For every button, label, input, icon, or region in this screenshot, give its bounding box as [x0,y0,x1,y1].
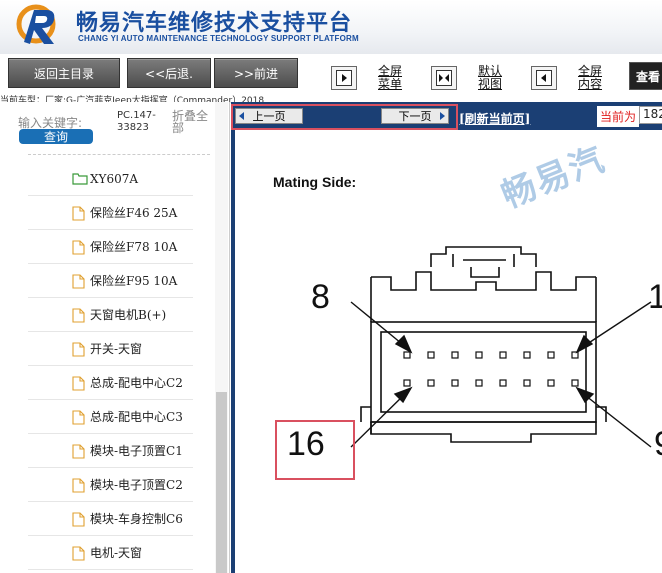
page-nav-bar: 上一页 下一页 [刷新当前页] 当前为 182 [231,102,662,130]
refresh-page-link[interactable]: [刷新当前页] [459,110,530,127]
tree-item-label: 电机-天窗 [90,546,143,560]
app-header: 畅易汽车维修技术支持平台 CHANG YI AUTO MAINTENANCE T… [0,0,662,54]
pin-label-8: 8 [311,278,330,316]
document-icon [72,240,85,255]
tree-item[interactable]: 模块-电子顶置C2 [28,468,193,502]
document-icon [72,342,85,357]
default-view-icon[interactable] [431,66,457,90]
view-button[interactable]: 查看 [629,62,662,90]
back-button[interactable]: <<后退. [127,58,211,88]
toolbar: 返回主目录 <<后退. >>前进 全屏 菜单 默认 视图 全屏 内容 查看 [0,54,662,94]
fullscreen-content-line2: 内容 [578,77,603,91]
mating-side-title: Mating Side: [273,174,357,190]
tree-item[interactable]: 总成-配电中心C2 [28,366,193,400]
pin-label-9: 9 [654,425,662,464]
document-icon [72,444,85,459]
tree-item[interactable]: 模块-电子顶置C1 [28,434,193,468]
tree-item[interactable]: 开关-天窗 [28,332,193,366]
collapse-line2: 部 [172,121,185,135]
fullscreen-menu-icon[interactable] [331,66,357,90]
tree-item-label: 天窗电机B(+) [90,308,167,322]
tree-item[interactable]: 保险丝F46 25A [28,196,193,230]
tree-item-label: 模块-车身控制C6 [90,512,183,526]
keyword-input[interactable]: PC.147- 33823 [117,110,156,134]
tree-item[interactable]: 保险丝F78 10A [28,230,193,264]
tree-item-label: 模块-电子顶置C2 [90,478,183,492]
tree-item[interactable]: 模块-车身控制C6 [28,502,193,536]
tree-item[interactable]: 保险丝F95 10A [28,264,193,298]
app-subtitle: CHANG YI AUTO MAINTENANCE TECHNOLOGY SUP… [78,34,359,43]
document-viewer: 上一页 下一页 [刷新当前页] 当前为 182 Mating Side: [231,102,662,573]
document-icon [72,308,85,323]
current-page-label: 当前为 [597,106,640,127]
tree-item-label: 保险丝F46 25A [90,206,178,220]
document-icon [72,206,85,221]
folder-icon [72,173,88,185]
tree-item-label: 保险丝F78 10A [90,240,178,254]
fullscreen-content-icon[interactable] [531,66,557,90]
fullscreen-menu-link[interactable]: 全屏 菜单 [378,65,402,91]
query-button[interactable]: 查询 [19,129,93,144]
back-to-main-button[interactable]: 返回主目录 [8,58,120,88]
nav-highlight-box [231,104,458,130]
forward-button[interactable]: >>前进 [214,58,298,88]
sidebar-scroll-thumb[interactable] [216,392,227,573]
fullscreen-content-link[interactable]: 全屏 内容 [578,65,602,91]
keyword-value-line2: 33823 [117,122,149,133]
tree-item-label: XY607A [90,171,139,186]
tree-item-label: 模块-电子顶置C1 [90,444,183,458]
sidebar: 输入关键字: PC.147- 33823 折叠全 部 查询 XY607A 保险丝… [0,102,230,573]
tree-item-label: 总成-配电中心C3 [90,410,183,424]
component-tree: XY607A 保险丝F46 25A 保险丝F78 10A 保险丝F95 10A … [28,162,193,570]
tree-item[interactable]: 天窗电机B(+) [28,298,193,332]
document-icon [72,478,85,493]
tree-item-folder[interactable]: XY607A [28,162,193,196]
document-icon [72,376,85,391]
pin-label-16: 16 [287,425,325,463]
keyword-value-line1: PC.147- [117,110,156,121]
tree-item[interactable]: 总成-配电中心C3 [28,400,193,434]
document-icon [72,546,85,561]
tree-item-label: 保险丝F95 10A [90,274,178,288]
app-title: 畅易汽车维修技术支持平台 [76,11,353,36]
document-icon [72,512,85,527]
collapse-all-link[interactable]: 折叠全 部 [172,110,208,134]
watermark-text: 畅易汽 [495,138,612,217]
tree-item-label: 总成-配电中心C2 [90,376,183,390]
current-page-input[interactable]: 182 [639,106,662,124]
document-icon [72,274,85,289]
tree-item[interactable]: 电机-天窗 [28,536,193,570]
fullscreen-menu-line2: 菜单 [378,77,403,91]
changyi-logo [16,4,56,44]
tree-item-label: 开关-天窗 [90,342,143,356]
pin-label-top-right: 1 [648,278,662,316]
default-view-line2: 视图 [478,77,503,91]
default-view-link[interactable]: 默认 视图 [478,65,502,91]
sidebar-divider [28,154,210,155]
document-icon [72,410,85,425]
